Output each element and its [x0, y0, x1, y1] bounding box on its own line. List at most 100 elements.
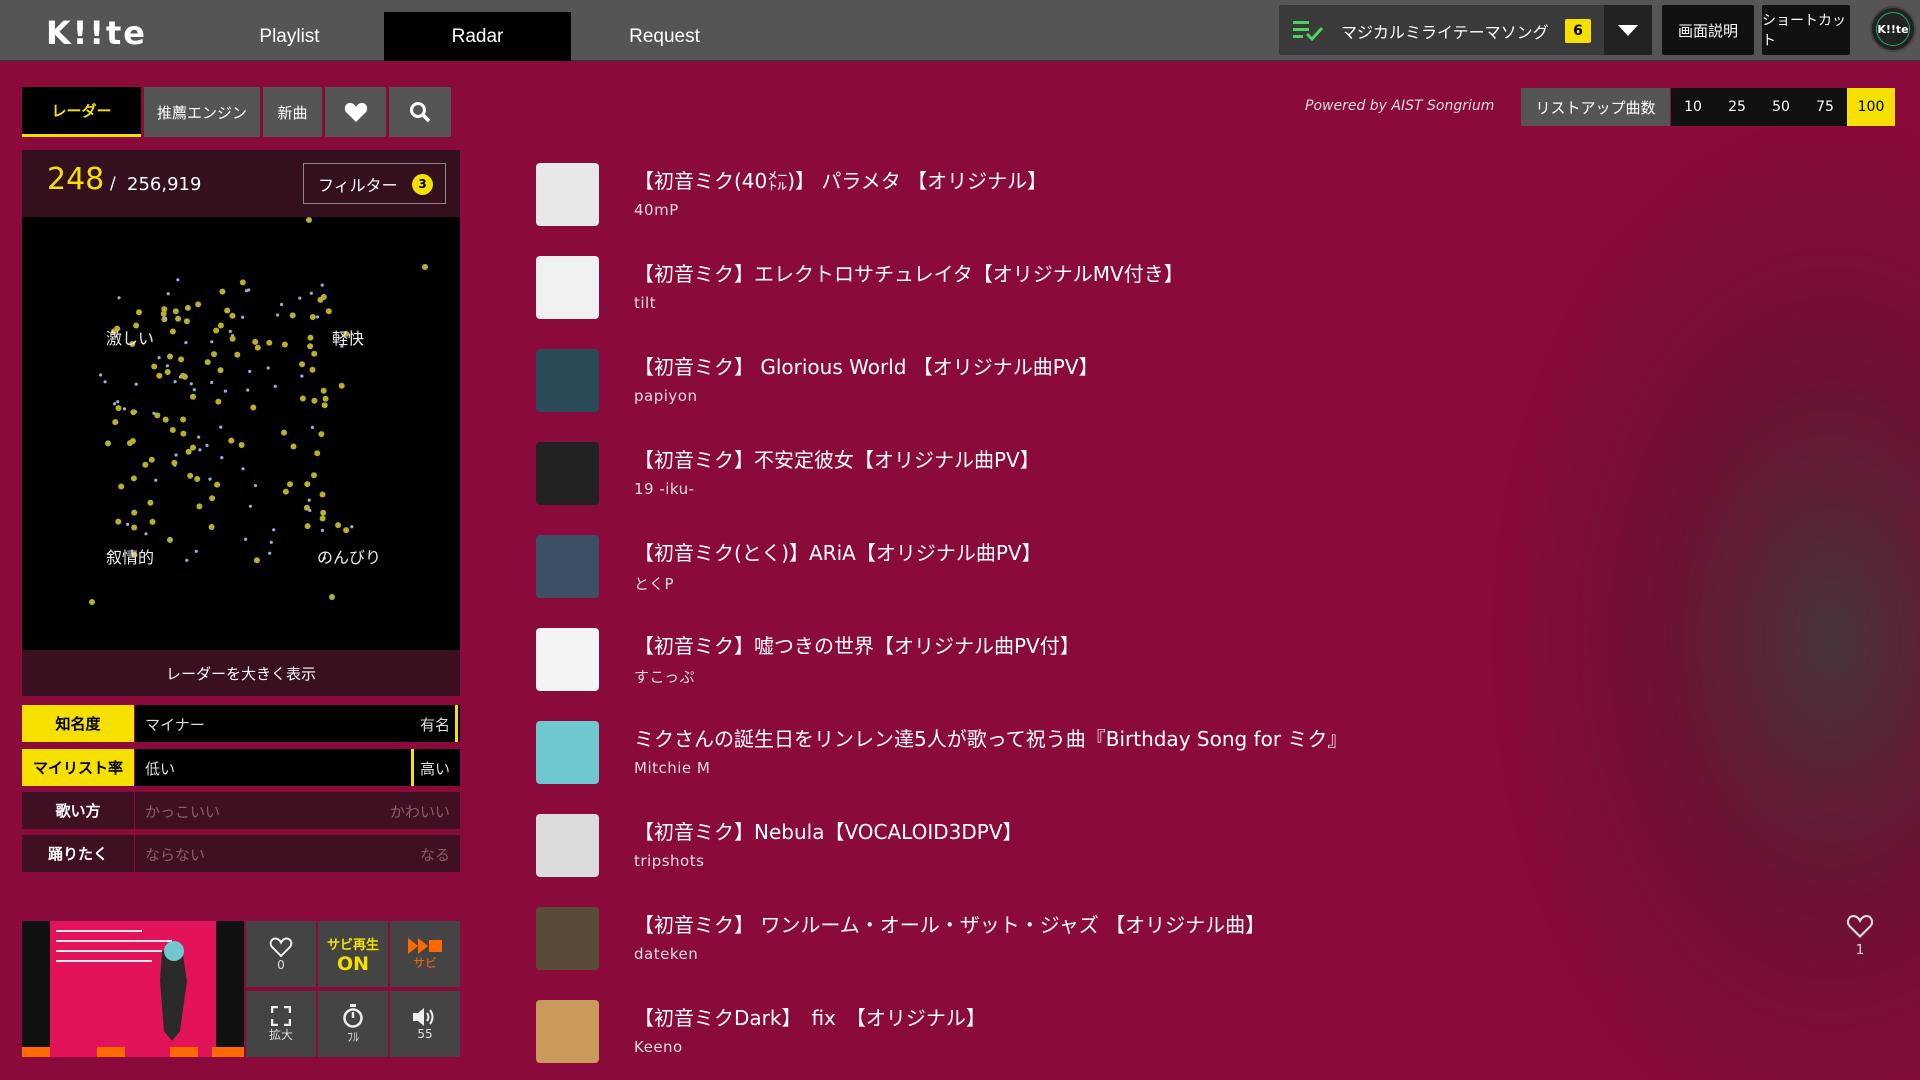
radar-dot[interactable] — [115, 518, 122, 525]
radar-dot[interactable] — [252, 338, 259, 345]
radar-dot[interactable] — [194, 549, 198, 553]
radar-dot[interactable] — [308, 508, 312, 513]
radar-dot[interactable] — [246, 388, 250, 392]
radar-dot[interactable] — [115, 405, 122, 412]
radar-dot[interactable] — [311, 350, 318, 357]
song-list-item[interactable]: 【初音ミク】嘘つきの世界【オリジナル曲PV付】 すこっぷ — [536, 626, 1536, 692]
radar-dot[interactable] — [307, 343, 314, 350]
slider-track[interactable]: ならない なる — [135, 835, 460, 872]
tab-new-songs[interactable]: 新曲 — [263, 87, 322, 137]
radar-dot[interactable] — [176, 278, 180, 282]
radar-dot[interactable] — [174, 453, 178, 457]
song-title[interactable]: 【初音ミク(40㍍)】 パラメタ 【オリジナル】 — [634, 165, 1047, 194]
radar-dot[interactable] — [228, 329, 232, 333]
theme-dropdown-button[interactable] — [1604, 5, 1652, 55]
radar-dot[interactable] — [210, 340, 214, 344]
radar-dot[interactable] — [309, 291, 313, 295]
song-artist[interactable]: 40mP — [634, 201, 679, 219]
radar-dot[interactable] — [195, 301, 202, 308]
radar-dot[interactable] — [223, 389, 227, 393]
radar-dot[interactable] — [299, 361, 306, 368]
song-thumbnail[interactable] — [536, 442, 599, 505]
tab-radar-mode[interactable]: レーダー — [22, 87, 141, 137]
radar-dot[interactable] — [167, 353, 173, 360]
like-button[interactable]: 0 — [246, 921, 316, 987]
song-thumbnail[interactable] — [536, 535, 599, 598]
radar-dot[interactable] — [253, 557, 260, 564]
radar-dot[interactable] — [131, 524, 138, 531]
radar-dot[interactable] — [148, 456, 155, 463]
song-title[interactable]: 【初音ミク】エレクトロサチュレイタ【オリジナルMV付き】 — [634, 258, 1184, 287]
radar-dot[interactable] — [189, 382, 193, 386]
radar-dot[interactable] — [103, 380, 107, 384]
song-thumbnail[interactable] — [536, 721, 599, 784]
radar-dot[interactable] — [320, 387, 327, 394]
tab-search[interactable] — [389, 87, 451, 137]
tab-recommend-engine[interactable]: 推薦エンジン — [144, 87, 260, 137]
radar-dot[interactable] — [281, 341, 288, 348]
radar-dot[interactable] — [131, 509, 138, 516]
now-playing-thumbnail[interactable] — [22, 921, 244, 1057]
help-button[interactable]: 画面説明 — [1662, 5, 1754, 55]
radar-dot[interactable] — [319, 491, 326, 498]
favorite-counter[interactable]: 1 — [1840, 913, 1880, 958]
radar-dot[interactable] — [279, 302, 284, 307]
song-list-item[interactable]: 【初音ミク】Nebula【VOCALOID3DPV】 tripshots — [536, 812, 1536, 878]
radar-dot[interactable] — [215, 398, 222, 405]
slider-handle[interactable] — [411, 749, 414, 786]
radar-dot[interactable] — [194, 476, 201, 482]
volume-button[interactable]: 55 — [390, 991, 460, 1057]
song-thumbnail[interactable] — [536, 349, 599, 412]
app-logo[interactable]: K!!te — [46, 14, 147, 52]
radar-dot[interactable] — [241, 315, 245, 319]
radar-dot[interactable] — [184, 304, 191, 311]
radar-dot[interactable] — [343, 527, 350, 534]
song-title[interactable]: 【初音ミク】 Glorious World 【オリジナル曲PV】 — [634, 351, 1099, 380]
radar-dot[interactable] — [329, 594, 335, 600]
radar-dot[interactable] — [187, 472, 194, 479]
song-list-item[interactable]: 【初音ミク】エレクトロサチュレイタ【オリジナルMV付き】 tilt — [536, 254, 1536, 320]
radar-dot[interactable] — [250, 404, 257, 411]
radar-dot[interactable] — [192, 388, 196, 392]
radar-dot[interactable] — [113, 402, 117, 406]
radar-scatter[interactable] — [22, 217, 460, 650]
listup-option-25[interactable]: 25 — [1715, 88, 1759, 126]
radar-dot[interactable] — [185, 448, 192, 455]
listup-option-100[interactable]: 100 — [1847, 88, 1895, 126]
radar-dot[interactable] — [122, 407, 127, 411]
radar-dot[interactable] — [142, 461, 149, 468]
song-title[interactable]: 【初音ミク】不安定彼女【オリジナル曲PV】 — [634, 444, 1040, 473]
radar-dot[interactable] — [178, 356, 185, 363]
radar-dot[interactable] — [164, 369, 171, 375]
radar-dot[interactable] — [289, 312, 296, 319]
radar-dot[interactable] — [234, 351, 241, 358]
radar-dot[interactable] — [205, 443, 209, 447]
slider-handle[interactable] — [455, 705, 458, 742]
slider-name[interactable]: マイリスト率 — [22, 749, 134, 786]
radar-dot[interactable] — [161, 306, 168, 313]
sabi-skip-button[interactable]: サビ — [390, 921, 460, 987]
song-title[interactable]: 【初音ミク(とく)】ARiA【オリジナル曲PV】 — [634, 537, 1042, 566]
radar-dot[interactable] — [304, 523, 311, 530]
song-artist[interactable]: とくP — [634, 573, 674, 594]
radar-dot[interactable] — [310, 425, 314, 429]
radar-dot[interactable] — [244, 537, 248, 541]
radar-dot[interactable] — [320, 283, 324, 287]
song-title[interactable]: 【初音ミク】Nebula【VOCALOID3DPV】 — [634, 816, 1023, 845]
radar-dot[interactable] — [169, 328, 176, 335]
filter-button[interactable]: フィルター 3 — [303, 163, 446, 204]
radar-dot[interactable] — [282, 488, 289, 495]
radar-dot[interactable] — [304, 481, 311, 488]
radar-dot[interactable] — [266, 339, 273, 346]
radar-dot[interactable] — [244, 289, 249, 293]
radar-dot[interactable] — [196, 503, 203, 510]
song-artist[interactable]: すこっぷ — [634, 666, 695, 687]
radar-dot[interactable] — [171, 459, 178, 466]
song-title[interactable]: 【初音ミク】 ワンルーム・オール・ザット・ジャズ 【オリジナル曲】 — [634, 909, 1265, 938]
radar-dot[interactable] — [190, 444, 196, 451]
radar-dot[interactable] — [229, 312, 236, 319]
radar-dot[interactable] — [105, 440, 111, 447]
radar-dot[interactable] — [184, 341, 188, 345]
radar-dot[interactable] — [309, 366, 316, 373]
radar-dot[interactable] — [318, 431, 325, 438]
